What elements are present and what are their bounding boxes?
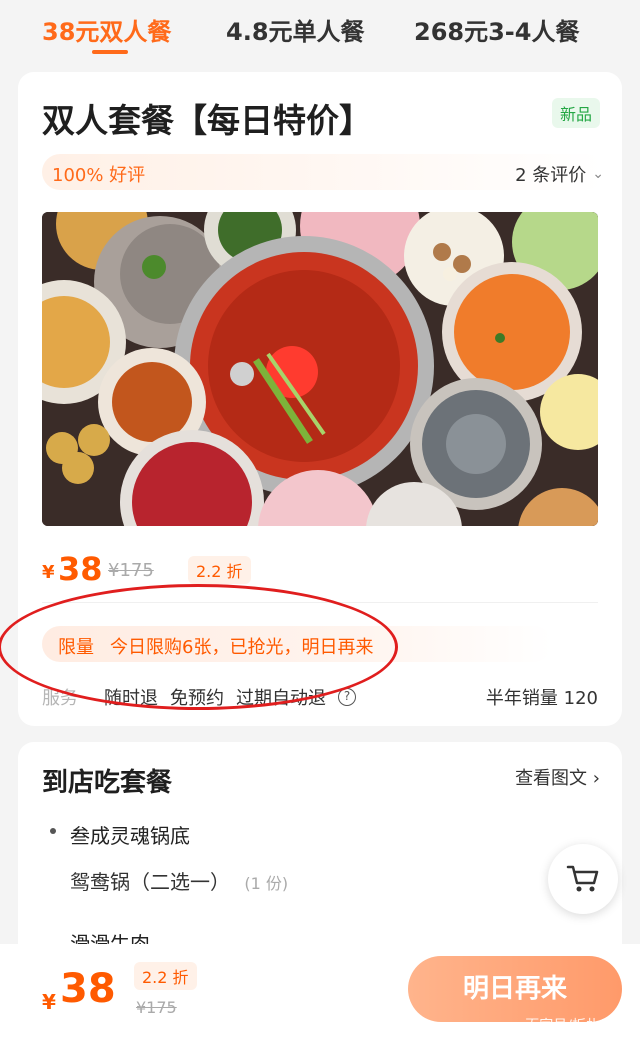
original-price: ¥175 — [108, 560, 154, 581]
currency-symbol: ¥ — [42, 562, 55, 583]
reviews-link[interactable]: 2 条评价 ⌄ — [515, 161, 604, 187]
package-card: 到店吃套餐 查看图文 › 叁成灵魂锅底 鸳鸯锅（二选一） (1 份) 滑滑牛肉 — [18, 742, 622, 962]
buy-button[interactable]: 明日再来 — [408, 956, 622, 1022]
sales-count: 半年销量 120 — [485, 688, 598, 709]
package-item-name: 叁成灵魂锅底 — [70, 824, 190, 848]
tab-38-double[interactable]: 38元双人餐 — [42, 12, 171, 47]
tab-4-8-single[interactable]: 4.8元单人餐 — [226, 12, 365, 47]
rating-text: 100% 好评 — [52, 165, 146, 186]
chevron-right-icon: › — [592, 768, 600, 789]
current-price: 38 — [58, 550, 103, 588]
bottom-discount-badge: 2.2 折 — [134, 962, 197, 990]
reviews-count: 2 条评价 — [515, 165, 587, 186]
view-detail-label: 查看图文 — [515, 768, 588, 789]
annotation-circle — [0, 584, 398, 710]
product-photo[interactable] — [42, 212, 598, 526]
bottom-price: 38 — [60, 966, 116, 1012]
bottom-original-price: ¥175 — [136, 998, 177, 1017]
cart-icon — [566, 865, 599, 892]
price-row: ¥ 38 ¥175 2.2 折 — [42, 550, 602, 590]
bottom-currency: ¥ — [42, 990, 56, 1014]
sub-item-name: 鸳鸯锅（二选一） — [70, 870, 230, 894]
active-tab-indicator — [92, 50, 128, 54]
bullet-icon — [50, 828, 56, 834]
hotpot-image — [42, 212, 598, 526]
chevron-down-icon: ⌄ — [592, 166, 604, 182]
bottom-bar: ¥ 38 2.2 折 ¥175 明日再来 百家号/板扎云南 — [0, 944, 640, 1039]
section-title: 到店吃套餐 — [42, 768, 173, 798]
cart-button[interactable] — [548, 844, 618, 914]
discount-badge: 2.2 折 — [188, 556, 251, 584]
new-badge: 新品 — [551, 98, 600, 128]
view-detail-link[interactable]: 查看图文 › — [515, 764, 600, 790]
rating-bar[interactable]: 100% 好评 2 条评价 ⌄ — [42, 154, 604, 190]
watermark: 百家号/板扎云南 — [525, 1018, 628, 1034]
category-tabs: 38元双人餐 4.8元单人餐 268元3-4人餐 — [0, 0, 640, 60]
tab-268-group[interactable]: 268元3-4人餐 — [414, 12, 579, 47]
sub-item-qty: (1 份) — [244, 874, 289, 893]
product-title: 双人套餐【每日特价】 — [42, 101, 372, 140]
package-sub-item: 鸳鸯锅（二选一） (1 份) — [70, 866, 288, 895]
